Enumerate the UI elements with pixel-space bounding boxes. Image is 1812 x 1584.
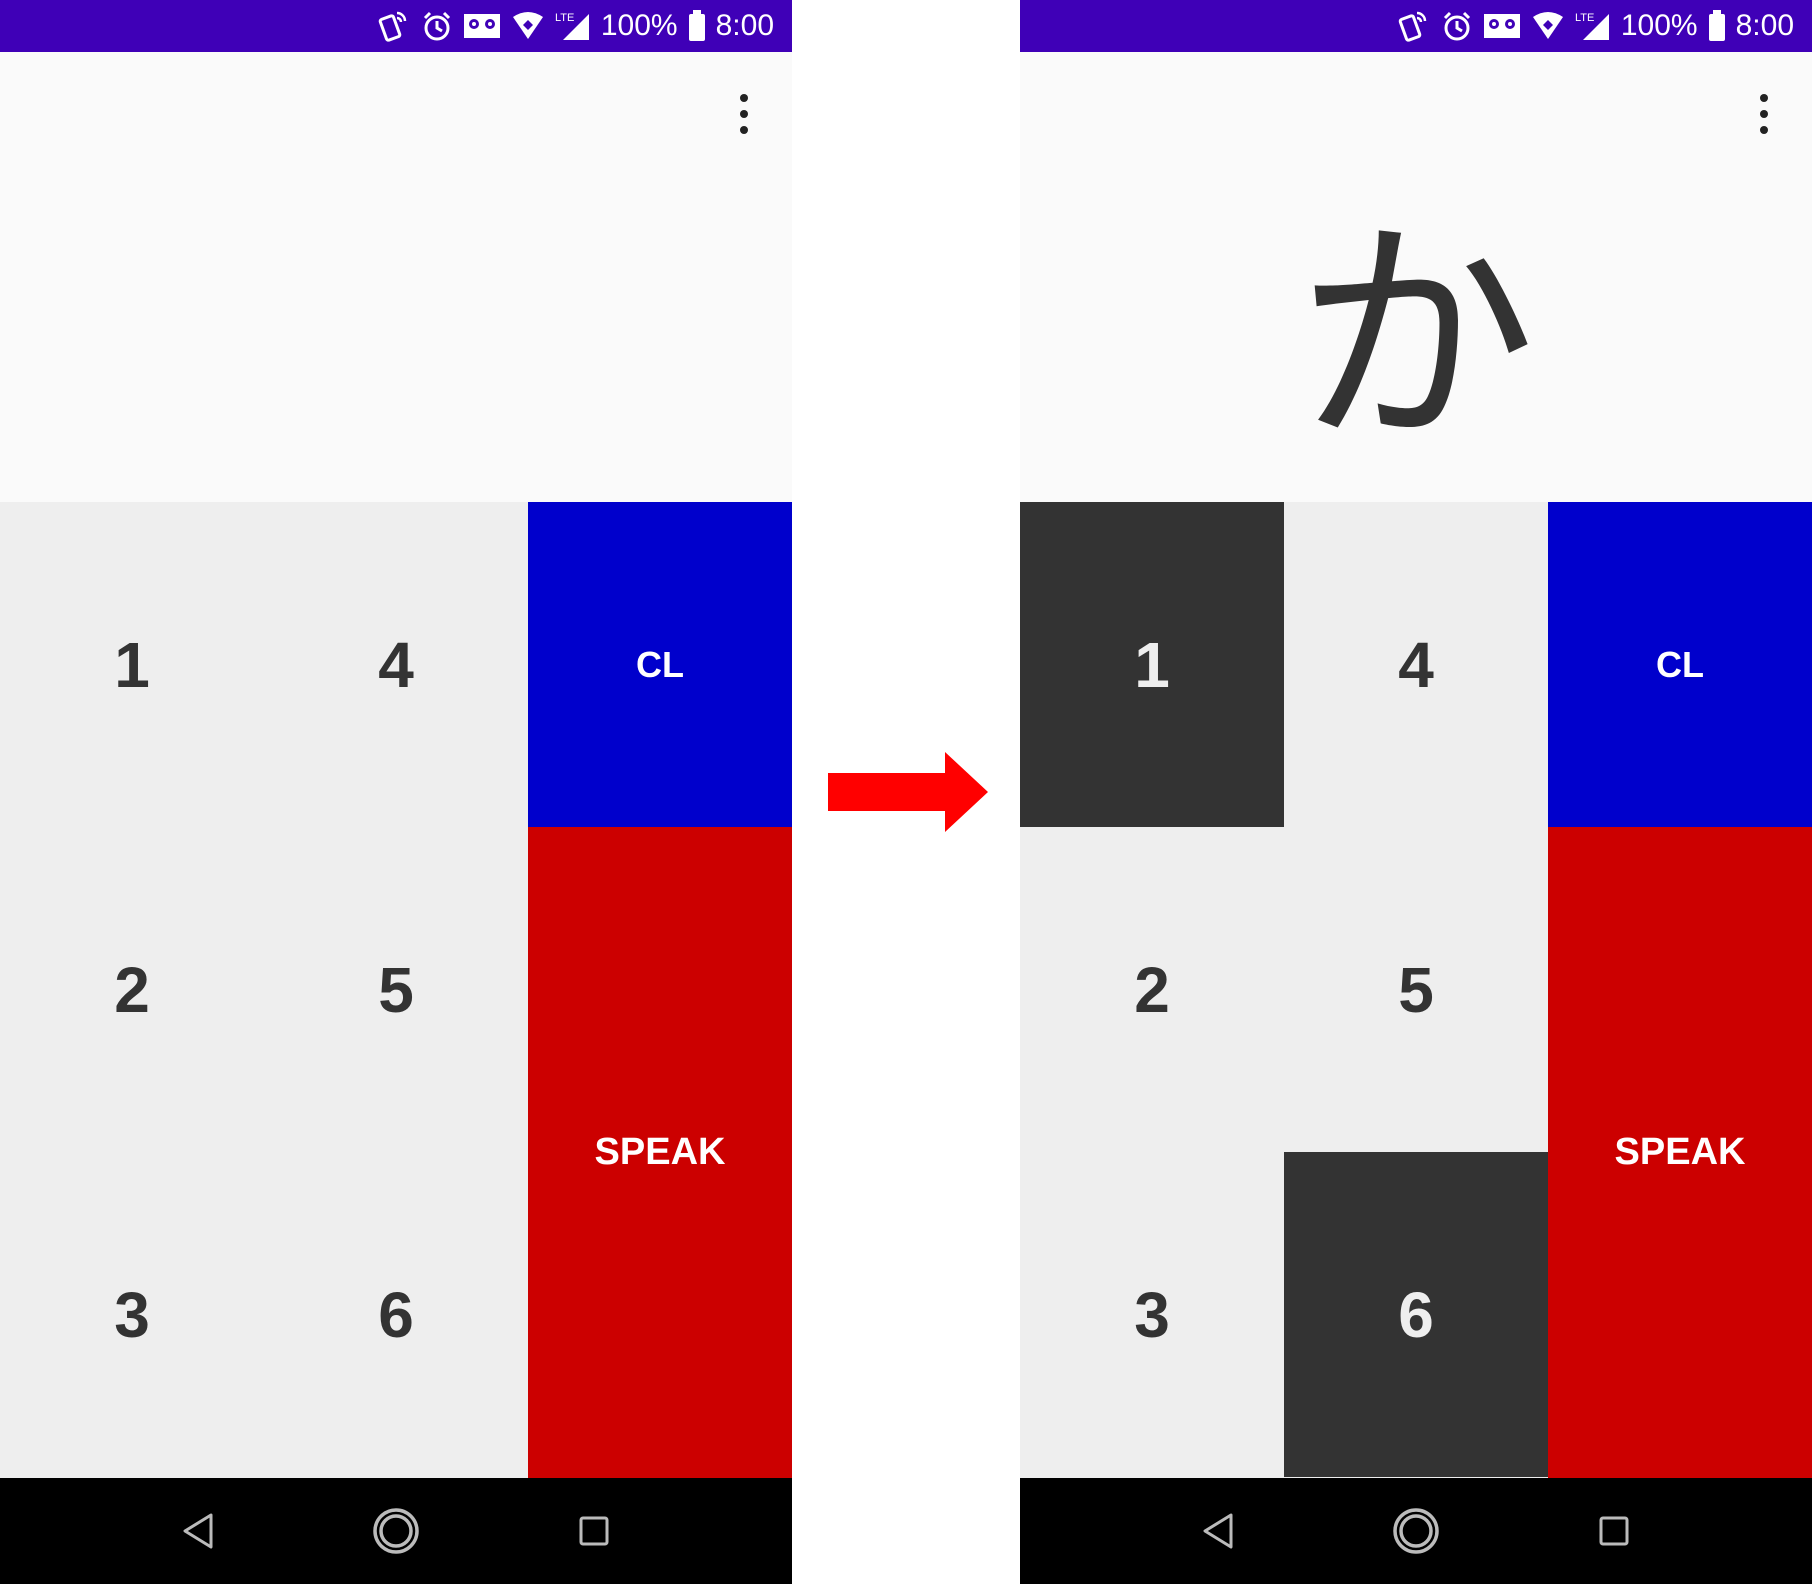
wifi-icon — [1532, 12, 1563, 39]
battery-percent: 100% — [1620, 9, 1698, 42]
speak-button[interactable]: SPEAK — [528, 827, 792, 1478]
voicemail-icon — [463, 14, 500, 38]
vibrate-icon — [378, 11, 407, 42]
back-icon[interactable] — [158, 1478, 238, 1584]
display-area: か — [1020, 52, 1812, 502]
key-1[interactable]: 1 — [1020, 502, 1284, 827]
home-icon[interactable] — [1376, 1478, 1456, 1584]
clock-time: 8:00 — [1735, 9, 1794, 42]
status-bar: LTE 100% 8:00 — [1020, 0, 1812, 52]
phone-screen-before: LTE 100% 8:00 1 2 3 4 5 6 CL SPEAK — [0, 0, 792, 1584]
lte-signal-icon: LTE — [555, 12, 589, 40]
display-area — [0, 52, 792, 502]
back-icon[interactable] — [1178, 1478, 1258, 1584]
alarm-icon — [1443, 11, 1470, 41]
speak-button[interactable]: SPEAK — [1548, 827, 1812, 1478]
recents-icon[interactable] — [554, 1478, 634, 1584]
key-6[interactable]: 6 — [1284, 1152, 1548, 1477]
key-3[interactable]: 3 — [0, 1152, 264, 1477]
key-1[interactable]: 1 — [0, 502, 264, 827]
overflow-menu-icon[interactable] — [1754, 94, 1774, 134]
lte-label: LTE — [555, 12, 574, 24]
navigation-bar — [0, 1478, 792, 1584]
lte-signal-icon: LTE — [1575, 12, 1609, 40]
braille-keypad: 1 2 3 4 5 6 CL SPEAK — [0, 502, 792, 1478]
right-arrow-icon — [828, 752, 988, 832]
key-6[interactable]: 6 — [264, 1152, 528, 1477]
status-bar: LTE 100% 8:00 — [0, 0, 792, 52]
key-4[interactable]: 4 — [264, 502, 528, 827]
battery-icon — [688, 10, 705, 41]
key-5[interactable]: 5 — [264, 827, 528, 1152]
home-icon[interactable] — [356, 1478, 436, 1584]
braille-keypad: 1 2 3 4 5 6 CL SPEAK — [1020, 502, 1812, 1478]
key-4[interactable]: 4 — [1284, 502, 1548, 827]
recents-icon[interactable] — [1574, 1478, 1654, 1584]
battery-icon — [1708, 10, 1725, 41]
key-5[interactable]: 5 — [1284, 827, 1548, 1152]
alarm-icon — [423, 11, 450, 41]
key-2[interactable]: 2 — [0, 827, 264, 1152]
phone-screen-after: LTE 100% 8:00 か 1 2 3 4 5 6 CL SPEAK — [1020, 0, 1812, 1584]
display-character: か — [1295, 197, 1536, 477]
clear-button[interactable]: CL — [1548, 502, 1812, 827]
key-2[interactable]: 2 — [1020, 827, 1284, 1152]
clock-time: 8:00 — [715, 9, 774, 42]
overflow-menu-icon[interactable] — [734, 94, 754, 134]
lte-label: LTE — [1575, 12, 1594, 24]
clear-button[interactable]: CL — [528, 502, 792, 827]
battery-percent: 100% — [600, 9, 678, 42]
wifi-icon — [512, 12, 543, 39]
navigation-bar — [1020, 1478, 1812, 1584]
voicemail-icon — [1483, 14, 1520, 38]
key-3[interactable]: 3 — [1020, 1152, 1284, 1477]
vibrate-icon — [1398, 11, 1427, 42]
